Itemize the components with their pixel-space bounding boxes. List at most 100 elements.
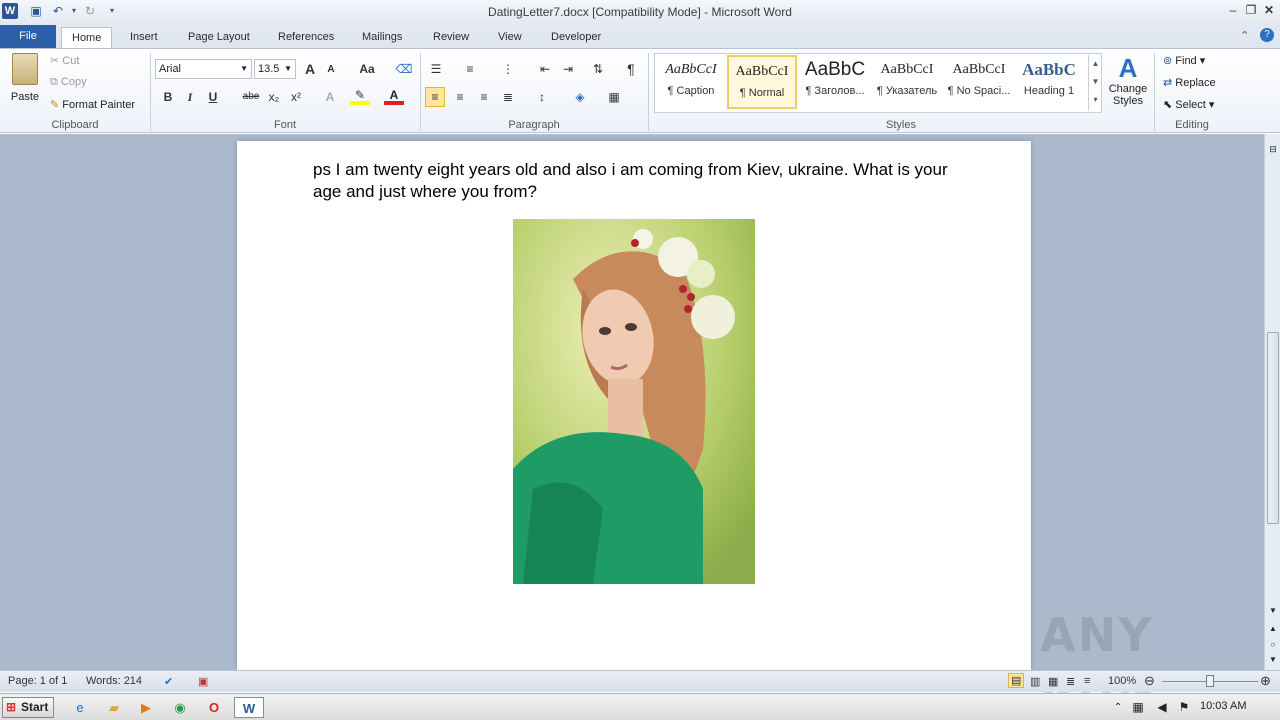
document-text[interactable]: ps I am twenty eight years old and also … (313, 159, 973, 203)
justify-icon[interactable]: ≣ (498, 87, 518, 107)
style-normal[interactable]: AaBbCcI ¶ Normal (727, 55, 797, 109)
page-count[interactable]: Page: 1 of 1 (8, 675, 67, 687)
style-name: ¶ Указатель (876, 85, 938, 97)
font-size-select[interactable]: 13.5 ▼ (254, 59, 296, 79)
macro-recording-icon[interactable]: ▣ (198, 675, 208, 688)
styles-scroll-buttons[interactable]: ▲ ▼ ▾ (1088, 55, 1102, 111)
restore-button[interactable]: ❐ (1242, 2, 1260, 18)
copy-button[interactable]: ⧉ Copy (50, 76, 87, 89)
media-player-icon[interactable]: ▶ (134, 697, 158, 718)
select-button[interactable]: ⬉ Select ▾ (1163, 98, 1214, 111)
tab-insert[interactable]: Insert (120, 27, 168, 48)
format-painter-button[interactable]: ✎ Format Painter (50, 98, 135, 111)
multilevel-list-icon[interactable]: ⋮ (498, 59, 518, 79)
strikethrough-button[interactable]: abe (240, 87, 262, 107)
style-index[interactable]: AaBbCcI ¶ Указатель (872, 55, 942, 109)
taskbar: ⊞ Start e ▰ ▶ ◉ O W ⌃ ▦ ◀ ⚑ 10:03 AM (0, 693, 1280, 720)
network-icon[interactable]: ▦ (1126, 697, 1150, 718)
font-group-label: Font (273, 119, 296, 131)
style-heading-1[interactable]: AaBbC Heading 1 (1016, 55, 1082, 109)
numbering-icon[interactable]: ≡ (460, 59, 480, 79)
increase-indent-icon[interactable]: ⇥ (558, 59, 578, 79)
find-button[interactable]: ⊚ Find ▾ (1163, 54, 1205, 67)
replace-button[interactable]: ⇄ Replace (1163, 76, 1216, 89)
font-color-icon[interactable]: A (384, 87, 404, 105)
tab-developer[interactable]: Developer (541, 27, 611, 48)
web-layout-icon[interactable]: ▦ (1048, 675, 1058, 688)
help-icon[interactable]: ? (1260, 28, 1274, 42)
clear-formatting-icon[interactable]: ⌫ (394, 59, 414, 79)
chrome-icon[interactable]: ◉ (168, 697, 192, 718)
editing-group-label: Editing (1175, 119, 1209, 131)
ruler-toggle-icon[interactable]: ⊟ (1267, 144, 1279, 155)
clock[interactable]: 10:03 AM (1200, 700, 1246, 712)
full-screen-reading-icon[interactable]: ▥ (1030, 675, 1040, 688)
volume-icon[interactable]: ◀ (1150, 697, 1174, 718)
superscript-button[interactable]: x² (286, 87, 306, 107)
style-caption[interactable]: AaBbCcI ¶ Caption (656, 55, 726, 109)
minimize-ribbon-icon[interactable]: ⌃ (1240, 29, 1249, 42)
proofing-icon[interactable]: ✔ (164, 675, 173, 688)
close-button[interactable]: ✕ (1260, 2, 1278, 18)
underline-button[interactable]: U (203, 87, 223, 107)
shrink-font-button[interactable]: A (321, 60, 341, 80)
tab-view[interactable]: View (488, 27, 532, 48)
word-count[interactable]: Words: 214 (86, 675, 142, 687)
italic-button[interactable]: I (180, 87, 200, 107)
tab-mailings[interactable]: Mailings (352, 27, 412, 48)
zoom-slider-thumb[interactable] (1206, 675, 1214, 687)
sort-icon[interactable]: ⇅ (588, 59, 608, 79)
minimize-button[interactable]: – (1224, 2, 1242, 18)
scroll-thumb[interactable] (1267, 332, 1279, 524)
paste-button[interactable]: Paste (8, 53, 42, 113)
clipboard-icon (12, 53, 38, 85)
zoom-out-icon[interactable]: ⊖ (1144, 673, 1155, 689)
align-right-icon[interactable]: ≡ (474, 87, 494, 107)
vertical-scrollbar[interactable]: ⊟ ▼ ▲ ○ ▼ (1264, 134, 1280, 670)
tab-home[interactable]: Home (61, 27, 113, 48)
print-layout-icon[interactable]: ▤ (1008, 673, 1025, 688)
align-center-icon[interactable]: ≡ (450, 87, 470, 107)
bold-button[interactable]: B (158, 87, 178, 107)
document-photo[interactable] (513, 219, 755, 584)
start-button[interactable]: ⊞ Start (2, 697, 54, 718)
decrease-indent-icon[interactable]: ⇤ (535, 59, 555, 79)
draft-icon[interactable]: ≡ (1084, 675, 1090, 687)
word-taskbar-button[interactable]: W (234, 697, 264, 718)
borders-icon[interactable]: ▦ (604, 87, 624, 107)
style-sample: AaBbCcI (735, 64, 789, 79)
subscript-button[interactable]: x₂ (264, 87, 284, 107)
show-formatting-button[interactable]: ¶ (621, 59, 641, 79)
change-case-button[interactable]: Aa (354, 59, 380, 79)
paragraph-group-label: Paragraph (508, 119, 560, 131)
previous-page-icon[interactable]: ▲ (1267, 624, 1279, 633)
font-name-select[interactable]: Arial ▼ (155, 59, 252, 79)
shading-icon[interactable]: ◈ (570, 87, 590, 107)
bullets-icon[interactable]: ☰ (426, 59, 446, 79)
text-effects-icon[interactable]: A (320, 87, 340, 107)
outline-icon[interactable]: ≣ (1066, 675, 1075, 688)
style-sample: AaBbC (804, 59, 866, 80)
folder-icon[interactable]: ▰ (102, 697, 126, 718)
change-styles-button[interactable]: A Change Styles (1106, 53, 1150, 107)
tab-file[interactable]: File (0, 25, 56, 48)
grow-font-button[interactable]: A (300, 59, 320, 79)
zoom-level[interactable]: 100% (1108, 675, 1136, 687)
align-left-icon[interactable]: ≡ (425, 87, 445, 107)
highlight-icon[interactable]: ✎ (350, 87, 370, 105)
tab-review[interactable]: Review (423, 27, 479, 48)
tab-references[interactable]: References (268, 27, 344, 48)
scroll-down-icon[interactable]: ▼ (1267, 606, 1279, 615)
browse-object-icon[interactable]: ○ (1267, 640, 1279, 649)
style-heading-ru[interactable]: AaBbC ¶ Заголов... (800, 55, 870, 109)
ribbon-tabs: File Home Insert Page Layout References … (0, 24, 1280, 48)
style-no-spacing[interactable]: AaBbCcI ¶ No Spaci... (944, 55, 1014, 109)
tab-page-layout[interactable]: Page Layout (178, 27, 260, 48)
next-page-icon[interactable]: ▼ (1267, 655, 1279, 664)
line-spacing-icon[interactable]: ↕ (532, 87, 552, 107)
cut-button[interactable]: ✂ Cut (50, 54, 79, 67)
zoom-in-icon[interactable]: ⊕ (1260, 673, 1271, 689)
internet-explorer-icon[interactable]: e (68, 697, 92, 718)
action-center-flag-icon[interactable]: ⚑ (1172, 697, 1196, 718)
opera-icon[interactable]: O (202, 697, 226, 718)
